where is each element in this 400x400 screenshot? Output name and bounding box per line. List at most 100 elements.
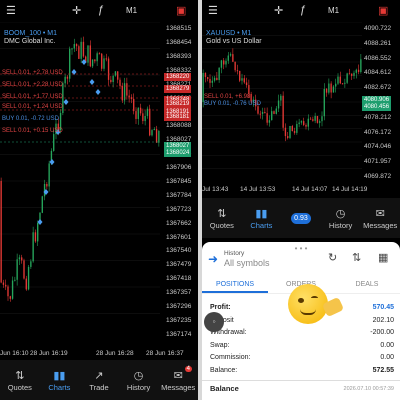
candle-body	[75, 44, 78, 47]
candle-body	[53, 134, 55, 151]
trade-icon[interactable]: ▣	[176, 4, 186, 17]
nav-label: Trade	[89, 382, 109, 392]
candle-body	[117, 71, 119, 80]
candle-body	[268, 120, 271, 123]
back-arrow-icon[interactable]: ➜	[208, 252, 218, 266]
bottom-nav: ⇅ Quotes ▮▮ Charts 0.93 ◷ History ✉ Messages	[202, 198, 400, 238]
menu-icon[interactable]: ☰	[208, 4, 218, 17]
candle-body	[309, 118, 312, 120]
timeframe-button[interactable]: M1	[328, 6, 339, 15]
messages-icon: ✉	[173, 369, 183, 382]
candle-body	[325, 88, 328, 93]
menu-icon[interactable]: ☰	[6, 4, 16, 17]
candle-body	[234, 61, 236, 71]
calendar-icon[interactable]: ▦	[378, 251, 388, 264]
history-icon: ◷	[335, 207, 346, 220]
price-tag: 1368024	[164, 149, 192, 157]
candle-body	[321, 116, 323, 122]
nav-quotes[interactable]: ⇅ Quotes	[202, 198, 242, 238]
time-axis-label: 28 Jun 16:37	[146, 350, 184, 357]
candle-body	[227, 55, 229, 61]
sort-icon[interactable]: ⇅	[352, 251, 361, 264]
tab-deals[interactable]: DEALS	[334, 278, 400, 293]
candle-body	[248, 85, 250, 94]
nav-messages[interactable]: ✉ Messages 4	[158, 360, 198, 400]
nav-history[interactable]: ◷ History	[119, 360, 159, 400]
candle-body	[149, 108, 151, 136]
candle-body	[264, 112, 266, 114]
candle-body	[223, 60, 225, 65]
price-axis-label: 4078.212	[364, 113, 392, 121]
candle-body	[355, 69, 357, 73]
candle-body	[5, 284, 7, 287]
candle-body	[307, 118, 309, 127]
nav-charts[interactable]: ▮▮ Charts	[40, 360, 80, 400]
charts-icon: ▮▮	[255, 207, 268, 220]
candle-body	[32, 232, 34, 262]
nav-trade[interactable]: ↗ Trade	[79, 360, 119, 400]
candle-body	[78, 46, 80, 59]
candle-body	[48, 163, 50, 187]
candle-body	[328, 83, 330, 93]
price-axis-label: 4071.957	[364, 158, 392, 166]
indicators-icon[interactable]: ƒ	[98, 4, 104, 16]
trade-ticket-label: BUY 0.01, -0.72 USD	[2, 116, 59, 122]
history-subtitle[interactable]: All symbols	[224, 258, 270, 268]
nav-history[interactable]: ◷ History	[321, 198, 361, 238]
refresh-icon[interactable]: ↻	[328, 251, 337, 264]
candle-body	[11, 280, 14, 299]
nav-charts[interactable]: ▮▮ Charts	[242, 198, 282, 238]
candle-body	[323, 88, 325, 117]
crosshair-icon[interactable]: ✛	[274, 4, 283, 17]
floating-bubble-icon[interactable]: ○	[204, 312, 224, 332]
candle-body	[232, 54, 234, 62]
price-axis-label: 1367235	[166, 316, 192, 324]
time-axis-label: 28 Jun 16:28	[96, 350, 134, 357]
history-row: Balance: 572.55	[210, 367, 394, 374]
candle-body	[300, 121, 303, 123]
candle-body	[207, 77, 209, 79]
divider	[202, 380, 400, 381]
price-tag: 4080.456	[362, 103, 392, 111]
history-row: Withdrawal: -200.00	[210, 329, 394, 336]
candle-body	[303, 121, 305, 125]
nav-trade[interactable]: 0.93	[281, 198, 321, 238]
nav-quotes[interactable]: ⇅ Quotes	[0, 360, 40, 400]
timeframe-button[interactable]: M1	[126, 6, 137, 15]
bottom-nav: ⇅ Quotes ▮▮ Charts ↗ Trade ◷ History ✉ Messag…	[0, 360, 198, 400]
charts-icon: ▮▮	[53, 369, 66, 382]
candle-body	[103, 58, 105, 69]
candle-body	[87, 45, 89, 63]
crosshair-icon[interactable]: ✛	[72, 4, 81, 17]
candle-body	[9, 296, 11, 299]
quotes-icon: ⇅	[217, 207, 227, 220]
history-title: History	[224, 250, 245, 257]
trade-ticket-label: SELL 0.01, +0.15 USD	[2, 128, 63, 134]
candle-body	[133, 98, 135, 112]
candle-body	[277, 100, 280, 109]
candle-body	[239, 70, 241, 81]
nav-messages[interactable]: ✉ Messages	[360, 198, 400, 238]
trade-ticket-label: SELL 0.01, +2.78 USD	[2, 70, 63, 76]
price-tag: 1368220	[164, 73, 192, 81]
indicators-icon[interactable]: ƒ	[300, 4, 306, 16]
trade-icon[interactable]: ▣	[378, 4, 388, 17]
price-tag: 1368279	[164, 85, 192, 93]
price-axis-label: 4074.046	[364, 143, 392, 151]
candle-body	[71, 48, 73, 50]
history-row-value: 572.55	[372, 366, 394, 374]
candle-body	[151, 130, 153, 136]
time-axis-label: 14 Jul 13:53	[240, 186, 276, 193]
candle-body	[66, 76, 69, 79]
candle-body	[34, 232, 37, 242]
tab-positions[interactable]: POSITIONS	[202, 278, 268, 293]
candle-body	[137, 107, 139, 119]
history-row-label: Swap:	[210, 341, 230, 349]
candle-body	[46, 183, 48, 187]
price-axis-label: 1367906	[166, 164, 192, 171]
price-tag: 1368181	[164, 113, 192, 121]
trade-marker	[95, 89, 101, 95]
price-axis-label: 4069.872	[364, 173, 392, 180]
candle-body	[14, 279, 16, 281]
candle-body	[142, 113, 144, 122]
